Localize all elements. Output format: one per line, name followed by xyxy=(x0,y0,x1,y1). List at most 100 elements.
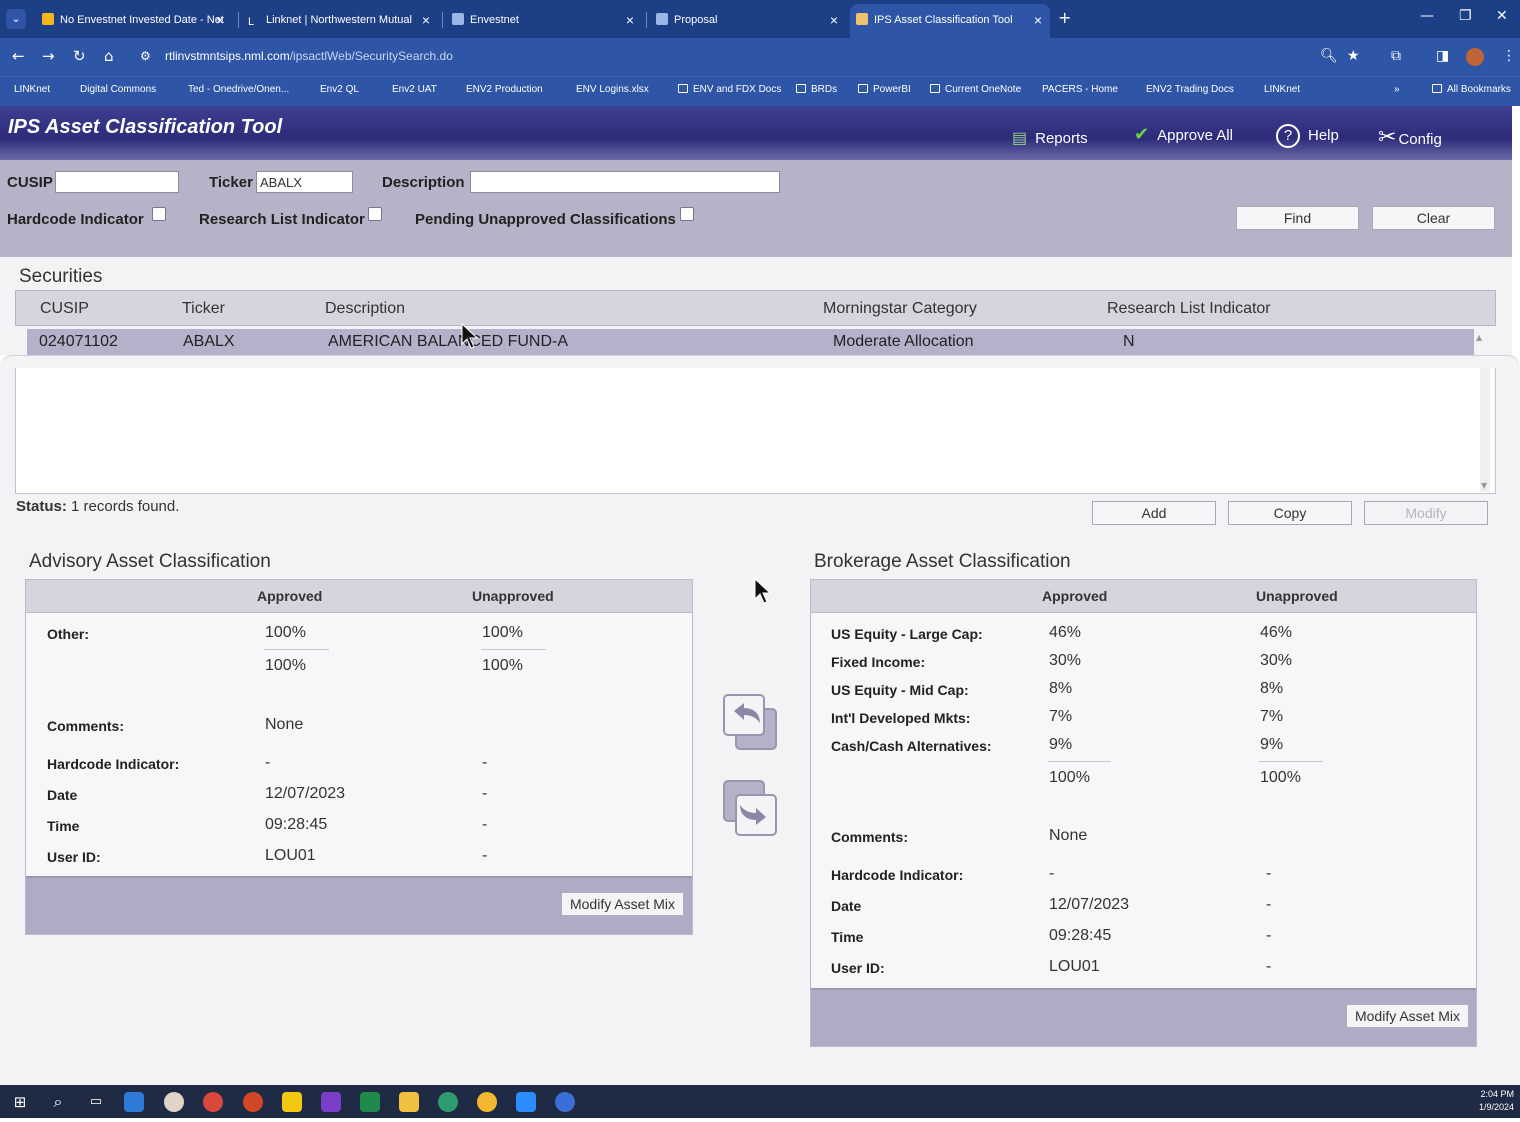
bookmarks-more[interactable]: » xyxy=(1394,84,1400,95)
close-icon[interactable]: × xyxy=(626,6,634,34)
hardcode-label: Hardcode Indicator: xyxy=(831,867,964,883)
zoom-icon[interactable]: 🔍︎ xyxy=(1320,48,1338,64)
row-label: US Equity - Large Cap: xyxy=(831,626,983,642)
tab-no-envestnet[interactable]: No Envestnet Invested Date - Net × xyxy=(36,6,232,34)
unapproved-total: 100% xyxy=(1260,769,1301,786)
close-icon[interactable]: × xyxy=(830,6,838,34)
system-clock[interactable]: 2:04 PM 1/9/2024 xyxy=(1479,1088,1514,1114)
tab-search-menu-icon[interactable]: ⌄ xyxy=(6,9,26,29)
close-icon[interactable]: × xyxy=(1034,4,1042,36)
reports-button[interactable]: ▤ Reports xyxy=(1012,128,1088,148)
advisory-title: Advisory Asset Classification xyxy=(29,551,271,572)
url-field[interactable]: rtlinvstmntsips.nml.com/ipsactlWeb/Secur… xyxy=(165,49,453,63)
bookmark-ted-onedrive[interactable]: Ted - Onedrive/Onen... xyxy=(188,84,289,95)
extensions-icon[interactable]: ⧉ xyxy=(1391,48,1401,64)
add-button[interactable]: Add xyxy=(1092,501,1216,525)
app-icon[interactable] xyxy=(477,1092,497,1112)
copy-left-icon[interactable] xyxy=(722,693,778,751)
cusip-input[interactable] xyxy=(55,171,179,193)
tab-ips-asset-classification[interactable]: IPS Asset Classification Tool × xyxy=(850,4,1050,38)
back-icon[interactable]: ← xyxy=(12,47,25,65)
minimize-icon[interactable]: — xyxy=(1420,8,1434,24)
new-tab-button[interactable]: + xyxy=(1058,8,1071,27)
zoom-app-icon[interactable] xyxy=(516,1092,536,1112)
time-label: Time xyxy=(47,818,80,834)
approved-value: 30% xyxy=(1049,652,1082,669)
clear-button[interactable]: Clear xyxy=(1372,206,1495,230)
table-row[interactable]: 024071102 ABALX AMERICAN BALANCED FUND-A… xyxy=(27,329,1474,355)
config-button[interactable]: ✂ Config xyxy=(1378,124,1442,150)
avatar[interactable] xyxy=(1466,48,1484,66)
column-header[interactable]: Research List Indicator xyxy=(1107,300,1271,318)
modify-button[interactable]: Modify xyxy=(1364,501,1488,525)
help-button[interactable]: ? Help xyxy=(1276,124,1339,148)
brokerage-modify-asset-mix-button[interactable]: Modify Asset Mix xyxy=(1346,1004,1469,1028)
column-header[interactable]: CUSIP xyxy=(40,300,89,318)
brokerage-title: Brokerage Asset Classification xyxy=(814,551,1071,572)
close-icon[interactable]: × xyxy=(216,6,224,34)
file-explorer-icon[interactable] xyxy=(399,1092,419,1112)
bookmark-powerbi[interactable]: PowerBI xyxy=(858,84,911,95)
row-label: US Equity - Mid Cap: xyxy=(831,682,969,698)
search-icon[interactable]: ⌕ xyxy=(48,1092,68,1112)
approved-value: 100% xyxy=(265,624,306,641)
tab-proposal[interactable]: Proposal × xyxy=(650,6,846,34)
pending-unapproved-checkbox[interactable] xyxy=(680,207,694,221)
bookmark-current-onenote[interactable]: Current OneNote xyxy=(930,84,1021,95)
tab-envestnet[interactable]: Envestnet × xyxy=(446,6,642,34)
webex-icon[interactable] xyxy=(555,1092,575,1112)
comments-value: None xyxy=(265,716,304,733)
powerpoint-icon[interactable] xyxy=(243,1092,263,1112)
ticker-input[interactable] xyxy=(256,171,353,193)
bookmark-digital-commons[interactable]: Digital Commons xyxy=(80,84,156,95)
reports-icon: ▤ xyxy=(1012,130,1028,147)
time-unapproved: - xyxy=(1266,927,1272,944)
star-icon[interactable]: ★ xyxy=(1347,48,1360,64)
copy-button[interactable]: Copy xyxy=(1228,501,1352,525)
description-input[interactable] xyxy=(470,171,780,193)
menu-icon[interactable]: ⋮ xyxy=(1502,48,1516,64)
bookmark-env2-uat[interactable]: Env2 UAT xyxy=(392,84,437,95)
bookmark-linknet-2[interactable]: LINKnet xyxy=(1264,84,1300,95)
onenote-icon[interactable] xyxy=(321,1092,341,1112)
user-id-label: User ID: xyxy=(47,849,101,865)
edge-icon[interactable] xyxy=(438,1092,458,1112)
bookmark-env2-production[interactable]: ENV2 Production xyxy=(466,84,543,95)
chrome-icon[interactable] xyxy=(203,1092,223,1112)
bookmark-env-fdx-docs[interactable]: ENV and FDX Docs xyxy=(678,84,781,95)
scroll-up-icon[interactable]: ▲ xyxy=(1476,333,1482,342)
research-list-checkbox[interactable] xyxy=(368,207,382,221)
reload-icon[interactable]: ↻ xyxy=(73,47,86,65)
column-header[interactable]: Morningstar Category xyxy=(823,300,977,318)
bookmark-env2-ql[interactable]: Env2 QL xyxy=(320,84,359,95)
site-info-icon[interactable]: ⚙ xyxy=(140,49,151,63)
advisory-modify-asset-mix-button[interactable]: Modify Asset Mix xyxy=(561,892,684,916)
windows-start-icon[interactable]: ⊞ xyxy=(10,1092,30,1112)
task-view-icon[interactable]: ▭ xyxy=(86,1092,106,1112)
find-button[interactable]: Find xyxy=(1236,206,1359,230)
restore-icon[interactable]: ❐ xyxy=(1459,8,1472,24)
scroll-down-icon[interactable]: ▼ xyxy=(1481,481,1487,490)
window-close-icon[interactable]: ✕ xyxy=(1496,8,1508,24)
hardcode-indicator-checkbox[interactable] xyxy=(152,207,166,221)
sticky-notes-icon[interactable] xyxy=(282,1092,302,1112)
excel-icon[interactable] xyxy=(360,1092,380,1112)
copy-right-icon[interactable] xyxy=(722,779,778,837)
tab-linknet[interactable]: L Linknet | Northwestern Mutual × xyxy=(242,6,438,34)
scrollbar[interactable]: ▼ xyxy=(1480,368,1490,492)
sidepanel-icon[interactable]: ◨ xyxy=(1436,48,1449,64)
bookmark-pacers-home[interactable]: PACERS - Home xyxy=(1042,84,1118,95)
column-header[interactable]: Description xyxy=(325,300,405,318)
outlook-icon[interactable] xyxy=(124,1092,144,1112)
bookmark-env-logins[interactable]: ENV Logins.xlsx xyxy=(576,84,649,95)
browser-app-icon[interactable] xyxy=(164,1092,184,1112)
all-bookmarks[interactable]: All Bookmarks xyxy=(1432,84,1511,95)
bookmark-linknet[interactable]: LINKnet xyxy=(14,84,50,95)
bookmark-env2-trading-docs[interactable]: ENV2 Trading Docs xyxy=(1146,84,1234,95)
home-icon[interactable]: ⌂ xyxy=(104,47,114,65)
approve-all-button[interactable]: ✔ Approve All xyxy=(1134,124,1233,145)
forward-icon[interactable]: → xyxy=(42,47,55,65)
close-icon[interactable]: × xyxy=(422,6,430,34)
column-header[interactable]: Ticker xyxy=(182,300,225,318)
bookmark-brds[interactable]: BRDs xyxy=(796,84,837,95)
